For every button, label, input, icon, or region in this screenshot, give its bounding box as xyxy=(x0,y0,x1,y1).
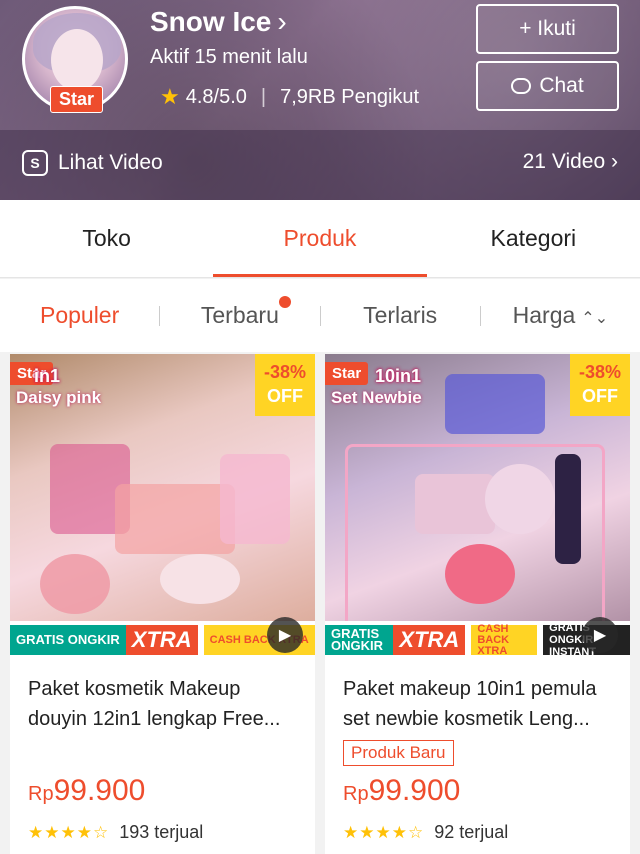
cashback-badge: CASH BACK XTRA xyxy=(471,623,538,656)
shop-stats: ★ 4.8/5.0 | 7,9RB Pengikut xyxy=(160,84,419,110)
price-value: 99.900 xyxy=(368,774,461,807)
view-video-link[interactable]: S Lihat Video xyxy=(22,150,163,176)
eyeshadow-palette-image xyxy=(445,374,545,434)
discount-percent: -38% xyxy=(578,362,622,382)
product-art-subtitle: Daisy pink xyxy=(16,388,102,407)
filter-terbaru-label: Terbaru xyxy=(200,302,279,328)
view-video-label: Lihat Video xyxy=(58,151,163,174)
star-rating-icon: ★★★★☆ xyxy=(343,822,425,842)
product-art-subtitle: Set Newbie xyxy=(331,388,422,407)
shop-name[interactable]: Snow Ice › xyxy=(150,6,287,38)
avatar-face xyxy=(51,29,103,91)
shop-tabs: Toko Produk Kategori xyxy=(0,200,640,278)
video-count: 21 Video xyxy=(522,150,606,173)
currency-symbol: Rp xyxy=(28,783,54,805)
product-card[interactable]: Star in1 Daisy pink -38% OFF GRATIS ONGK… xyxy=(10,354,315,854)
star-icon: ★ xyxy=(160,84,180,109)
star-rating-icon: ★★★★☆ xyxy=(28,822,110,842)
discount-percent: -38% xyxy=(263,362,307,382)
pouch-image xyxy=(220,454,290,544)
price-value: 99.900 xyxy=(53,774,146,807)
follower-count: 7,9RB Pengikut xyxy=(280,85,420,108)
discount-badge: -38% OFF xyxy=(255,354,315,416)
video-count-link[interactable]: 21 Video › xyxy=(523,150,618,174)
eyeshadow-palette-image xyxy=(115,484,235,554)
product-price: Rp99.900 xyxy=(343,774,460,808)
product-card[interactable]: Star 10in1 Set Newbie -38% OFF GRATIS ON… xyxy=(325,354,630,854)
chat-bubble-icon xyxy=(511,78,532,94)
filter-harga[interactable]: Harga ⌃⌄ xyxy=(481,302,640,329)
discount-off: OFF xyxy=(582,386,618,406)
shop-name-text: Snow Ice xyxy=(150,6,272,37)
powder-puff-image xyxy=(160,554,240,604)
sold-count: 193 terjual xyxy=(119,822,204,842)
sold-count: 92 terjual xyxy=(434,822,509,842)
product-name: Paket kosmetik Makeup douyin 12in1 lengk… xyxy=(28,678,281,730)
product-image[interactable]: Star 10in1 Set Newbie -38% OFF GRATIS ON… xyxy=(325,354,630,659)
discount-off: OFF xyxy=(267,386,303,406)
free-shipping-badge: GRATIS ONGKIR xyxy=(325,625,394,655)
filter-harga-label: Harga xyxy=(512,302,576,328)
play-video-icon[interactable]: ▶ xyxy=(582,617,618,653)
star-seller-badge: Star xyxy=(50,86,104,113)
video-icon: S xyxy=(22,150,48,176)
filter-terbaru[interactable]: Terbaru xyxy=(160,296,319,329)
shop-header: Star Snow Ice › Aktif 15 menit lalu ★ 4.8… xyxy=(0,0,640,200)
heart-blush-image xyxy=(445,544,515,604)
currency-symbol: Rp xyxy=(343,783,369,805)
chevron-right-icon: › xyxy=(611,150,618,173)
chat-label: Chat xyxy=(539,74,584,97)
filter-terlaris[interactable]: Terlaris xyxy=(321,302,480,329)
xtra-badge: XTRA xyxy=(393,625,466,655)
product-grid: Star in1 Daisy pink -38% OFF GRATIS ONGK… xyxy=(10,354,630,854)
stats-divider: | xyxy=(260,85,267,108)
product-price: Rp99.900 xyxy=(28,774,145,808)
blush-compact-image xyxy=(40,554,110,614)
tab-kategori[interactable]: Kategori xyxy=(427,200,640,277)
follow-button[interactable]: + Ikuti xyxy=(476,4,619,54)
compact-image xyxy=(485,464,555,534)
product-image[interactable]: Star in1 Daisy pink -38% OFF GRATIS ONGK… xyxy=(10,354,315,659)
palette-image xyxy=(415,474,495,534)
chevron-right-icon: › xyxy=(277,6,287,37)
sort-filters: Populer Terbaru Terlaris Harga ⌃⌄ xyxy=(0,279,640,352)
tab-toko[interactable]: Toko xyxy=(0,200,213,277)
active-status: Aktif 15 menit lalu xyxy=(150,46,308,68)
star-tag: Star xyxy=(325,362,369,385)
product-art-title: in1 xyxy=(34,366,61,386)
sort-updown-icon: ⌃⌄ xyxy=(581,310,609,327)
chat-button[interactable]: Chat xyxy=(476,61,619,111)
shop-rating: 4.8/5.0 xyxy=(185,85,247,108)
xtra-badge: XTRA xyxy=(125,625,198,655)
rating-stars: ★★★★☆ 193 terjual xyxy=(28,822,203,843)
free-shipping-badge: GRATIS ONGKIR xyxy=(10,625,126,655)
play-video-icon[interactable]: ▶ xyxy=(267,617,303,653)
rating-stars: ★★★★☆ 92 terjual xyxy=(343,822,508,843)
foundation-bottle-image xyxy=(555,454,581,564)
new-indicator-dot xyxy=(278,296,291,308)
new-product-badge: Produk Baru xyxy=(343,740,454,766)
product-art-title: 10in1 xyxy=(375,366,422,386)
filter-populer[interactable]: Populer xyxy=(0,302,159,329)
product-name: Paket makeup 10in1 pemula set newbie kos… xyxy=(343,678,597,730)
tab-produk[interactable]: Produk xyxy=(213,200,427,277)
discount-badge: -38% OFF xyxy=(570,354,630,416)
